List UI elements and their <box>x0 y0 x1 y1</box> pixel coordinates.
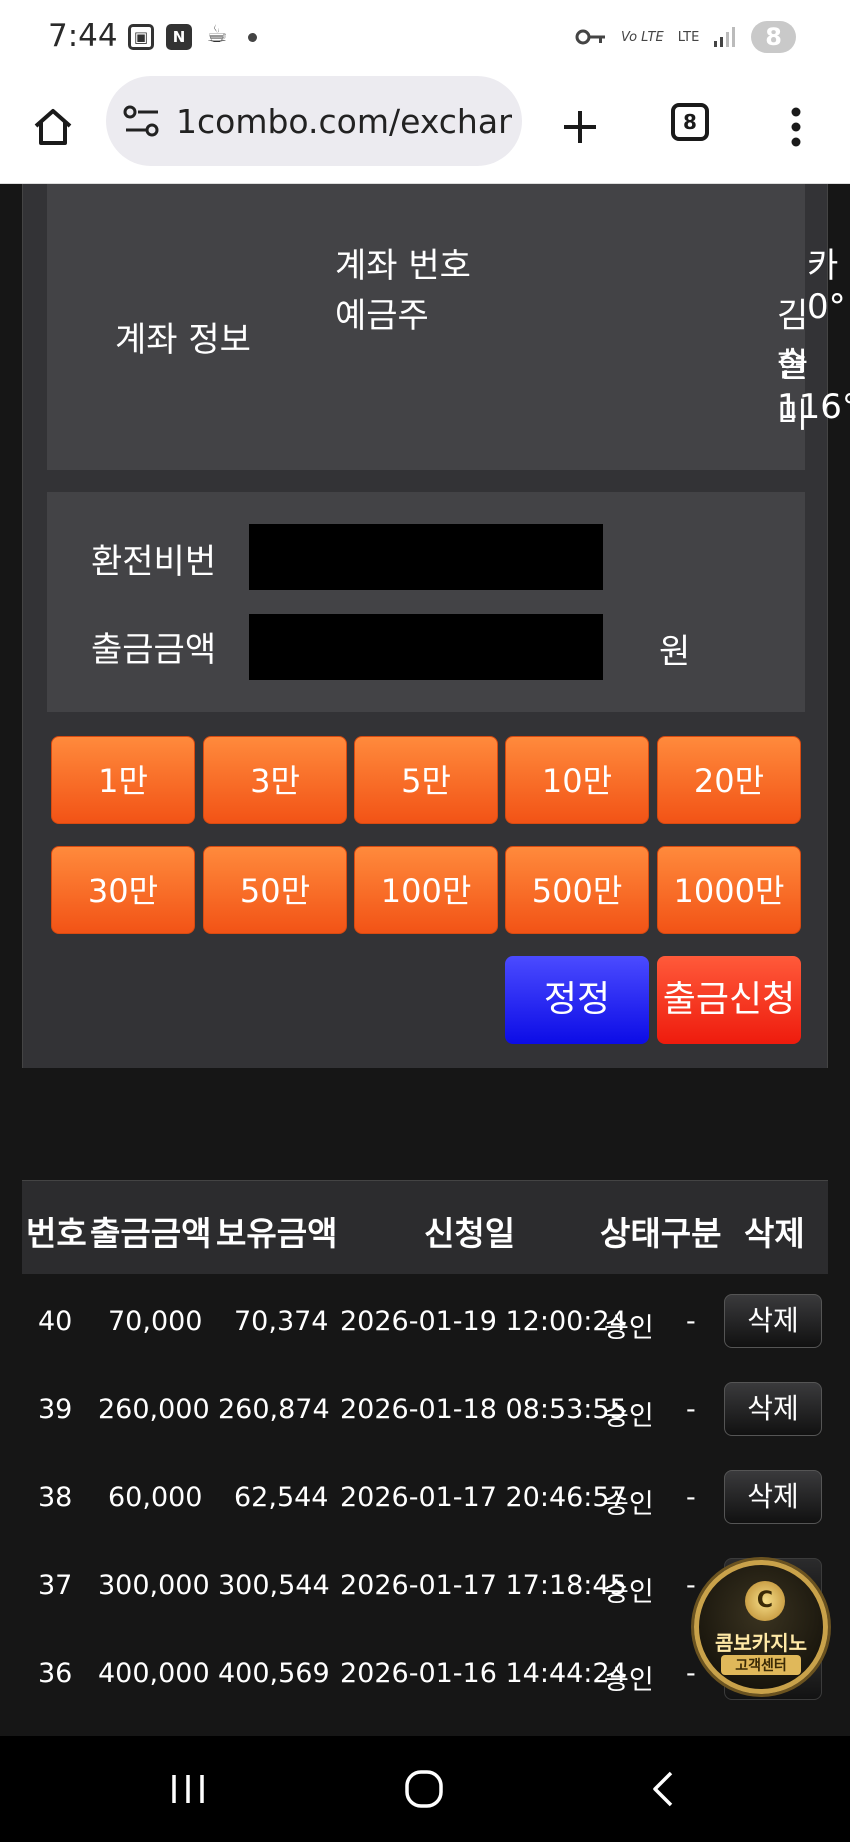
cell-withdraw: 260,000 <box>98 1394 210 1425</box>
table-row: 40 70,000 70,374 2026-01-19 12:00:24 승인 … <box>22 1282 828 1370</box>
system-nav-bar <box>0 1736 850 1842</box>
page-content: 계좌 정보 계좌 번호 예금주 카 0° 김슬 현116° 미 환전비번 출금금… <box>0 184 850 1736</box>
coffee-icon: ☕ <box>206 20 228 48</box>
header-date: 신청일 <box>424 1214 516 1253</box>
cell-date: 2026-01-16 14:44:24 <box>340 1658 627 1689</box>
amount-button-6[interactable]: 30만 <box>51 846 195 934</box>
amount-button-5[interactable]: 20만 <box>657 736 801 824</box>
table-row: 39 260,000 260,874 2026-01-18 08:53:55 승… <box>22 1370 828 1458</box>
amount-button-2[interactable]: 3만 <box>203 736 347 824</box>
cell-no: 38 <box>38 1482 73 1513</box>
cell-date: 2026-01-19 12:00:24 <box>340 1306 627 1337</box>
site-settings-icon[interactable] <box>122 102 162 140</box>
exchange-password-label: 환전비번 <box>91 542 217 582</box>
more-menu-icon[interactable] <box>765 96 827 158</box>
url-bar[interactable]: 1combo.com/exchan <box>106 76 522 166</box>
home-button-icon[interactable] <box>396 1764 452 1814</box>
exchange-password-input[interactable] <box>249 524 603 590</box>
casino-logo-icon: C <box>745 1581 785 1621</box>
account-info-box: 계좌 정보 계좌 번호 예금주 카 0° 김슬 현116° 미 <box>47 184 850 470</box>
cell-no: 39 <box>38 1394 73 1425</box>
header-balance: 보유금액 <box>216 1214 338 1253</box>
currency-unit: 원 <box>659 632 691 672</box>
tab-switcher-button[interactable]: 8 <box>671 103 709 141</box>
withdraw-amount-label: 출금금액 <box>91 630 217 670</box>
withdraw-panel: 계좌 정보 계좌 번호 예금주 카 0° 김슬 현116° 미 환전비번 출금금… <box>22 184 850 1068</box>
delete-button[interactable]: 삭제 <box>724 1382 822 1436</box>
cell-status: 승인 <box>604 1401 654 1432</box>
home-icon[interactable] <box>22 96 84 158</box>
cell-type: - <box>686 1306 696 1337</box>
cell-status: 승인 <box>604 1665 654 1696</box>
cell-status: 승인 <box>604 1313 654 1344</box>
edit-button[interactable]: 정정 <box>505 956 649 1044</box>
cell-balance: 300,544 <box>218 1570 330 1601</box>
withdraw-amount-input[interactable] <box>249 614 603 680</box>
account-info-title: 계좌 정보 <box>115 320 251 360</box>
account-holder-label: 예금주 <box>335 296 429 336</box>
amount-button-4[interactable]: 10만 <box>505 736 649 824</box>
cell-balance: 400,569 <box>218 1658 330 1689</box>
back-icon[interactable] <box>636 1764 692 1814</box>
screenshot-icon: ▣ <box>128 24 154 50</box>
cell-type: - <box>686 1570 696 1601</box>
cell-no: 37 <box>38 1570 73 1601</box>
n-icon: N <box>166 24 192 50</box>
cell-date: 2026-01-18 08:53:55 <box>340 1394 627 1425</box>
account-holder-value-3: 미 <box>777 396 809 436</box>
cell-balance: 70,374 <box>234 1306 329 1337</box>
cell-type: - <box>686 1394 696 1425</box>
battery-badge: 8 <box>751 21 796 53</box>
status-time: 7:44 <box>48 18 118 54</box>
signal-icon <box>714 27 736 47</box>
url-text[interactable]: 1combo.com/exchan <box>176 102 512 141</box>
cell-withdraw: 300,000 <box>98 1570 210 1601</box>
header-status: 상태구분 <box>600 1214 722 1253</box>
withdraw-request-button[interactable]: 출금신청 <box>657 956 801 1044</box>
account-number-label: 계좌 번호 <box>335 246 471 286</box>
account-number-value: 카 0° <box>807 246 846 327</box>
cell-date: 2026-01-17 17:18:45 <box>340 1570 627 1601</box>
delete-button[interactable]: 삭제 <box>724 1470 822 1524</box>
header-withdraw: 출금금액 <box>90 1214 212 1253</box>
cs-badge-subtitle: 고객센터 <box>721 1655 801 1675</box>
cell-balance: 62,544 <box>234 1482 329 1513</box>
amount-button-10[interactable]: 1000만 <box>657 846 801 934</box>
header-delete: 삭제 <box>744 1214 805 1253</box>
volte-icon: Vo LTE <box>620 29 664 45</box>
customer-center-badge[interactable]: C 콤보카지노 고객센터 <box>694 1560 828 1694</box>
amount-button-9[interactable]: 500만 <box>505 846 649 934</box>
lte-icon: LTE <box>677 29 700 45</box>
cell-withdraw: 400,000 <box>98 1658 210 1689</box>
cell-withdraw: 60,000 <box>108 1482 203 1513</box>
cell-no: 40 <box>38 1306 73 1337</box>
cell-date: 2026-01-17 20:46:57 <box>340 1482 627 1513</box>
amount-button-8[interactable]: 100만 <box>354 846 498 934</box>
new-tab-icon[interactable] <box>549 96 611 158</box>
table-row: 38 60,000 62,544 2026-01-17 20:46:57 승인 … <box>22 1458 828 1546</box>
status-bar: 7:44 ▣ N ☕ Vo LTE LTE 8 <box>0 0 850 72</box>
cell-status: 승인 <box>604 1577 654 1608</box>
table-header: 번호 출금금액 보유금액 신청일 상태구분 삭제 <box>22 1180 828 1274</box>
amount-button-1[interactable]: 1만 <box>51 736 195 824</box>
amount-button-7[interactable]: 50만 <box>203 846 347 934</box>
cell-type: - <box>686 1482 696 1513</box>
cs-badge-title: 콤보카지노 <box>715 1631 807 1655</box>
key-icon <box>575 29 605 45</box>
cell-balance: 260,874 <box>218 1394 330 1425</box>
cell-status: 승인 <box>604 1489 654 1520</box>
notification-dot-icon <box>248 33 257 42</box>
status-right: Vo LTE LTE 8 <box>575 20 796 54</box>
browser-toolbar: 1combo.com/exchan 8 <box>0 72 850 184</box>
amount-button-3[interactable]: 5만 <box>354 736 498 824</box>
recent-apps-icon[interactable] <box>160 1764 216 1814</box>
cell-no: 36 <box>38 1658 73 1689</box>
cell-withdraw: 70,000 <box>108 1306 203 1337</box>
withdraw-form: 환전비번 출금금액 원 <box>47 492 805 712</box>
delete-button[interactable]: 삭제 <box>724 1294 822 1348</box>
header-no: 번호 <box>26 1214 87 1253</box>
cell-type: - <box>686 1658 696 1689</box>
